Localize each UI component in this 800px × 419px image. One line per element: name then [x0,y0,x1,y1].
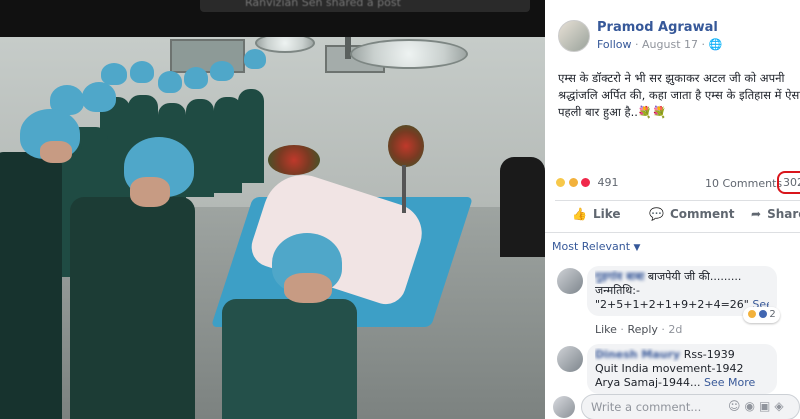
post-stats: 491 10 Comments 302 Shares [555,171,800,194]
post-meta: Follow · August 17 · 🌐 [597,38,722,51]
see-more-link[interactable]: See More [704,376,755,389]
gif-icon[interactable]: ▣ [759,399,774,413]
globe-icon: 🌐 [708,38,723,51]
surgical-cap [244,49,266,69]
comment-reactions[interactable]: 2 [743,307,780,323]
comment-reaction-count: 2 [769,309,776,320]
comment-sort[interactable]: Most Relevant ▼ [552,240,640,253]
composer-icons: ☺◉▣◈ [728,399,788,413]
follow-link[interactable]: Follow [597,38,632,51]
surgical-cap [101,63,127,85]
surgical-lamp [350,39,468,69]
comment-like-link[interactable]: Like [595,323,617,336]
post-date[interactable]: August 17 [642,38,698,51]
share-arrow-icon: ➦ [751,207,762,221]
comment-line: Rss-1939 [683,348,735,361]
viewer-avatar [553,396,575,418]
doctor-figure [0,152,62,419]
sticker-icon[interactable]: ◈ [774,399,787,413]
comment-reply-link[interactable]: Reply [627,323,657,336]
notification-banner[interactable]: Ranvizian Sen shared a post [200,0,530,12]
like-reaction-icon [758,309,769,319]
flower-bouquet [388,125,424,167]
author-avatar[interactable] [558,20,590,52]
author-name[interactable]: Pramod Agrawal [597,20,718,35]
dot-separator: · [635,38,639,51]
comment-label: Comment [669,207,735,221]
notification-text: Ranvizian Sen shared a post [245,0,401,9]
comment-bubble: Dinesh Maury Rss-1939 Quit India movemen… [587,344,777,394]
thumbs-up-icon: 👍 [572,207,587,221]
comments-count[interactable]: 10 Comments [705,177,782,190]
divider [555,200,800,201]
surgical-cap [130,61,154,83]
comment-button[interactable]: 💬 Comment [649,207,734,221]
doctor-figure [222,299,357,419]
shares-count[interactable]: 302 Shares [777,171,800,194]
commenter-avatar[interactable] [557,268,583,294]
post-actions: 👍 Like 💬 Comment ➦ Share [555,204,800,228]
share-button[interactable]: ➦ Share [751,207,800,221]
commenter-avatar[interactable] [557,346,583,372]
flower-stand [402,165,406,213]
like-label: Like [592,207,621,221]
doctor-figure [70,197,195,419]
surgical-cap [210,61,234,81]
reactions-count[interactable]: 491 [598,176,619,189]
wall-panel [170,39,245,73]
surgical-cap [158,71,182,93]
post-text: एम्स के डॉक्टरो ने भी सर झुकाकर अटल जी क… [558,70,800,121]
wow-reaction-icon [747,309,757,319]
comment-line: Arya Samaj-1944... [595,376,701,389]
dot-separator: · [701,38,706,51]
comment-composer: Write a comment... ☺◉▣◈ [553,392,800,419]
comment-line: जन्मतिथि:- [595,284,640,297]
speech-bubble-icon: 💬 [649,207,664,221]
caret-down-icon: ▼ [633,243,641,253]
doctor-face [130,177,170,207]
comment-line: Quit India movement-1942 [595,362,744,375]
surgical-cap [184,67,208,89]
post-text-line: एम्स के डॉक्टरो ने भी सर झुकाकर अटल जी क… [558,71,785,85]
post-photo[interactable] [0,37,545,419]
comment: गुड़गांव बाबा बाजपेयी जी की......... जन्… [553,266,800,336]
comment-line: बाजपेयी जी की......... [647,270,742,283]
post-text-line: श्रद्धांजलि अर्पित की, कहा जाता है एम्स … [558,88,800,102]
post-text-line: पहली बार हुआ है..💐💐 [558,105,667,119]
like-button[interactable]: 👍 Like [572,207,621,221]
commenter-name[interactable]: Dinesh Maury [595,348,680,361]
commenter-name[interactable]: गुड़गांव बाबा [595,270,644,283]
surgical-cap [82,82,116,112]
photographer-figure [500,157,545,257]
love-reaction-icon [580,176,591,188]
doctor-face [284,273,332,303]
divider [545,232,800,233]
comment-actions: Like · Reply · 2d [595,323,683,336]
haha-reaction-icon [555,176,566,188]
camera-icon[interactable]: ◉ [745,399,759,413]
flower-wreath [268,145,320,175]
sort-label: Most Relevant [552,240,631,253]
post-header: Pramod Agrawal Follow · August 17 · 🌐 [545,0,800,60]
share-label: Share [767,207,800,221]
post-panel: Pramod Agrawal Follow · August 17 · 🌐 एम… [545,0,800,419]
doctor-figure [238,89,264,183]
comment-line: "2+5+1+2+1+9+2+4=26" [595,298,749,311]
doctor-face [40,141,72,163]
wow-reaction-icon [567,176,579,188]
comment: Dinesh Maury Rss-1939 Quit India movemen… [553,344,800,394]
emoji-icon[interactable]: ☺ [728,399,745,413]
comment-time[interactable]: 2d [668,323,682,336]
